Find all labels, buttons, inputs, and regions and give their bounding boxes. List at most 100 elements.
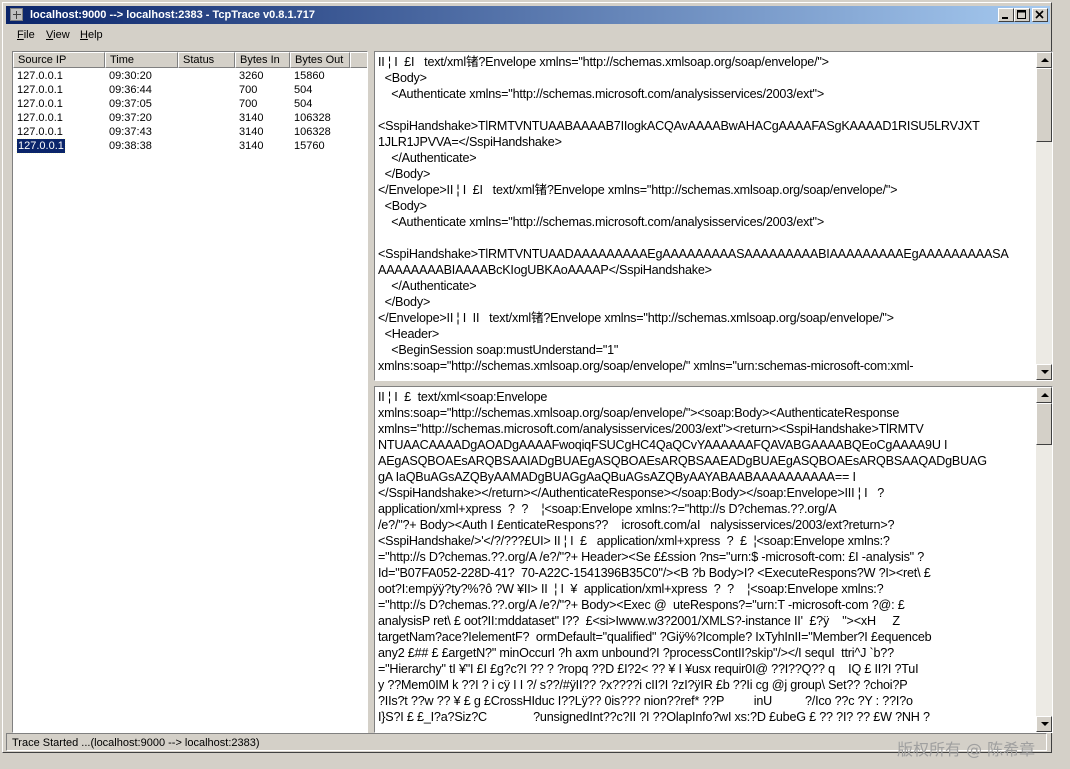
response-scrollbar[interactable] [1036,387,1052,732]
connection-row[interactable]: 127.0.0.1 09:37:43 3140 106328 [13,125,367,139]
text-line: xmlns:soap="http://schemas.xmlsoap.org/s… [378,359,914,373]
cell-bytes-out: 15760 [294,140,325,152]
text-line: targetNam?ace?IelementF? ormDefault="qua… [378,630,932,644]
cell-bytes-in: 700 [239,98,258,110]
text-line: <Header> [378,327,440,341]
text-line: </Envelope>II ¦ I £I text/xml锗?Envelope … [378,183,898,197]
cell-time: 09:38:38 [109,140,152,152]
connections-list[interactable]: Source IP Time Status Bytes In Bytes Out… [12,51,368,733]
list-header: Source IP Time Status Bytes In Bytes Out [13,52,367,68]
text-line: </Body> [378,167,431,181]
arrow-down-icon [1041,722,1049,726]
arrow-up-icon [1041,58,1049,62]
text-line: <Authenticate xmlns="http://schemas.micr… [378,215,824,229]
text-line: <SspiHandshake/>'</?/???£UI> II ¦ I £ ap… [378,534,890,548]
text-line: II ¦ I £ text/xml<soap:Envelope [378,390,548,404]
cell-bytes-out: 504 [294,98,313,110]
cell-bytes-in: 3140 [239,112,264,124]
scroll-thumb[interactable] [1036,68,1052,142]
text-line: /e?/"?+ Body><Auth I £enticateRespons?? … [378,518,895,532]
status-text: Trace Started ...(localhost:9000 --> loc… [12,737,260,749]
cell-bytes-out: 504 [294,84,313,96]
text-line: oot?I:empÿÿ?ty?%?ô ?W ¥II> II ¦ I ¥ appl… [378,582,884,596]
maximize-button[interactable] [1014,8,1030,22]
text-line: y ??Mem0IM k ??I ? i cÿ I I ?/ s??/#ÿII?… [378,678,908,692]
cell-ip: 127.0.0.1 [17,70,63,82]
scroll-down-button[interactable] [1036,716,1052,732]
cell-ip: 127.0.0.1 [17,84,63,96]
text-line: Id="B07FA052-228D-41? 70-A22C-1541396B35… [378,566,931,580]
column-time[interactable]: Time [105,52,178,68]
text-line: application/xml+xpress ? ? ¦<soap:Envelo… [378,502,837,516]
text-line: xmlns:soap="http://schemas.xmlsoap.org/s… [378,406,900,420]
cell-time: 09:37:05 [109,98,152,110]
cell-ip: 127.0.0.1 [17,112,63,124]
cell-bytes-in: 700 [239,84,258,96]
text-line: </Envelope>II ¦ I II text/xml锗?Envelope … [378,311,894,325]
scroll-thumb[interactable] [1036,403,1052,445]
request-text[interactable]: II ¦ I £I text/xml锗?Envelope xmlns="http… [375,52,1036,380]
text-line: any2 £## £ £argetN?" minOccurI ?h axm un… [378,646,894,660]
arrow-down-icon [1041,370,1049,374]
watermark: 版权所有 @ 陈希章 [897,740,1036,759]
cell-time: 09:37:20 [109,112,152,124]
minimize-icon [1002,17,1008,19]
text-line: ="Hierarchy" tI ¥"I £I £g?c?I ?? ? ?ropq… [378,662,919,676]
request-scrollbar[interactable] [1036,52,1052,380]
cell-bytes-in: 3140 [239,140,264,152]
close-button[interactable] [1032,8,1048,22]
text-line: </SspiHandshake></return></AuthenticateR… [378,486,885,500]
column-bytes-out[interactable]: Bytes Out [290,52,350,68]
text-line: AEgASQBOAEsARQBSAAIADgBUAEgASQBOAEsARQBS… [378,454,987,468]
app-icon[interactable] [10,8,23,21]
column-source-ip[interactable]: Source IP [13,52,105,68]
close-icon [1035,10,1044,19]
cell-bytes-in: 3260 [239,70,264,82]
text-line: <SspiHandshake>TlRMTVNTUAADAAAAAAAAAEgAA… [378,247,1009,261]
text-line: gA IaQBuAGsAZQByAAMADgBUAGgAaQBuAGsAZQBy… [378,470,856,484]
connection-row[interactable]: 127.0.0.1 09:36:44 700 504 [13,83,367,97]
text-line: II ¦ I £I text/xml锗?Envelope xmlns="http… [378,55,829,69]
menu-help[interactable]: Help [80,29,103,41]
scroll-down-button[interactable] [1036,364,1052,380]
column-status[interactable]: Status [178,52,235,68]
connection-row[interactable]: 127.0.0.1 09:37:20 3140 106328 [13,111,367,125]
text-line: ="http://s D?chemas.??.org/A /e?/"?+ Hea… [378,550,925,564]
text-line: AAAAAAAABIAAAABcKIogUBKAoAAAAP</SspiHand… [378,263,712,277]
scroll-up-button[interactable] [1036,52,1052,68]
menu-file[interactable]: File [17,29,35,41]
cell-bytes-out: 106328 [294,126,331,138]
connection-row[interactable]: 127.0.0.1 09:30:20 3260 15860 [13,69,367,83]
menu-view[interactable]: View [46,29,70,41]
scroll-up-button[interactable] [1036,387,1052,403]
text-line: </Authenticate> [378,279,477,293]
cell-time: 09:30:20 [109,70,152,82]
title-bar[interactable]: localhost:9000 --> localhost:2383 - TcpT… [6,6,1050,24]
cell-ip: 127.0.0.1 [17,98,63,110]
column-filler [350,52,367,68]
text-line: </Authenticate> [378,151,477,165]
minimize-button[interactable] [998,8,1014,22]
request-pane[interactable]: II ¦ I £I text/xml锗?Envelope xmlns="http… [374,51,1053,381]
maximize-icon [1017,10,1026,19]
connection-row[interactable]: 127.0.0.1 09:38:38 3140 15760 [13,138,367,154]
response-text[interactable]: II ¦ I £ text/xml<soap:Envelope xmlns:soa… [375,387,1036,732]
status-bar: Trace Started ...(localhost:9000 --> loc… [6,733,1047,751]
text-line: ?IIs?t ??w ?? ¥ £ g £CrossHIduc I??Lÿ?? … [378,694,913,708]
response-pane[interactable]: II ¦ I £ text/xml<soap:Envelope xmlns:soa… [374,386,1053,733]
cell-bytes-in: 3140 [239,126,264,138]
text-line: <Body> [378,71,427,85]
text-line: NTUAACAAAADgAOADgAAAAFwoqiqFSUCgHC4QaQCv… [378,438,948,452]
arrow-up-icon [1041,393,1049,397]
text-line: <Body> [378,199,427,213]
text-line: ="http://s D?chemas.??.org/A /e?/"?+ Bod… [378,598,905,612]
cell-bytes-out: 106328 [294,112,331,124]
cell-ip: 127.0.0.1 [16,138,66,154]
text-line: </Body> [378,295,431,309]
cell-time: 09:37:43 [109,126,152,138]
column-bytes-in[interactable]: Bytes In [235,52,290,68]
connection-row[interactable]: 127.0.0.1 09:37:05 700 504 [13,97,367,111]
text-line: analysisP ret\ £ oot?II:mddataset" I?? £… [378,614,900,628]
text-line: 1JLR1JPVVA=</SspiHandshake> [378,135,562,149]
text-line: xmlns="http://schemas.microsoft.com/anal… [378,422,924,436]
